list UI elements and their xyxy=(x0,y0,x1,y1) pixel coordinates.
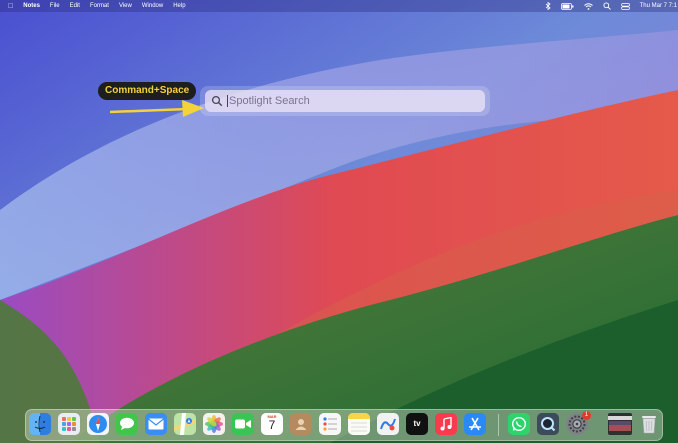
menu-file[interactable]: File xyxy=(50,3,60,9)
calendar-icon[interactable]: MAR 7 xyxy=(261,413,283,435)
battery-icon[interactable] xyxy=(560,2,574,10)
dock-separator xyxy=(498,414,499,436)
apple-tv-label: tv xyxy=(413,419,421,428)
app-store-icon[interactable] xyxy=(464,413,486,435)
launchpad-icon[interactable] xyxy=(58,413,80,435)
app-name-menu[interactable]: Notes xyxy=(23,3,40,9)
notes-icon[interactable] xyxy=(348,413,370,435)
spotlight-search-input[interactable] xyxy=(229,95,459,107)
facetime-icon[interactable] xyxy=(232,413,254,435)
finder-icon[interactable] xyxy=(29,413,51,435)
menu-help[interactable]: Help xyxy=(173,3,185,9)
arrow-icon xyxy=(110,100,204,117)
photos-icon[interactable] xyxy=(203,413,225,435)
freeform-icon[interactable] xyxy=(377,413,399,435)
menu-bar:  Notes File Edit Format View Window Hel… xyxy=(0,0,678,12)
desktop:  Notes File Edit Format View Window Hel… xyxy=(0,0,678,443)
reminders-icon[interactable] xyxy=(319,413,341,435)
mail-icon[interactable] xyxy=(145,413,167,435)
quicktime-icon[interactable] xyxy=(537,413,559,435)
contacts-icon[interactable] xyxy=(290,413,312,435)
spotlight-search-bar[interactable] xyxy=(205,90,485,112)
messages-icon[interactable] xyxy=(116,413,138,435)
apple-tv-icon[interactable]: tv xyxy=(406,413,428,435)
trash-icon[interactable] xyxy=(639,413,659,435)
menu-view[interactable]: View xyxy=(119,3,132,9)
calendar-date: 7 xyxy=(268,418,276,432)
safari-icon[interactable] xyxy=(87,413,109,435)
menu-format[interactable]: Format xyxy=(90,3,109,9)
control-center-icon[interactable] xyxy=(620,2,630,10)
music-icon[interactable] xyxy=(435,413,457,435)
text-caret xyxy=(227,95,228,107)
whatsapp-icon[interactable] xyxy=(508,413,530,435)
maps-icon[interactable] xyxy=(174,413,196,435)
wallpaper xyxy=(0,0,678,443)
menu-edit[interactable]: Edit xyxy=(70,3,80,9)
menu-window[interactable]: Window xyxy=(142,3,163,9)
menu-bar-clock[interactable]: Thu Mar 7 7:1 xyxy=(640,3,677,9)
apple-icon[interactable]:  xyxy=(8,3,13,10)
menu-bar-status-area: Thu Mar 7 7:1 xyxy=(545,0,678,12)
window-thumbnail-icon[interactable] xyxy=(608,413,632,435)
search-icon[interactable] xyxy=(603,2,611,10)
wifi-icon[interactable] xyxy=(583,2,593,10)
magnifying-glass-icon xyxy=(211,95,223,107)
notification-badge: 1 xyxy=(582,411,591,420)
bluetooth-icon[interactable] xyxy=(545,2,551,10)
